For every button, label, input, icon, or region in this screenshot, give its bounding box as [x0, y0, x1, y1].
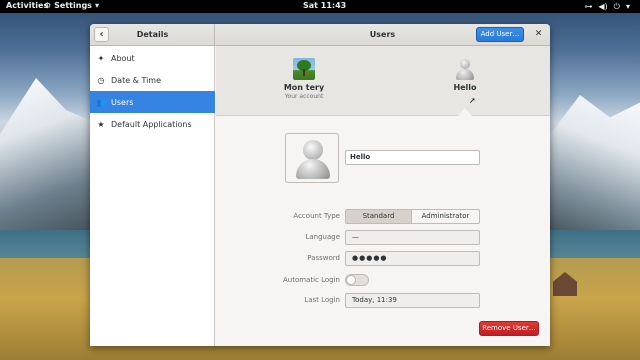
sidebar-item-label: About: [111, 53, 135, 63]
language-button[interactable]: —: [345, 230, 480, 245]
top-bar: Activities ⚙ Settings ▾ Sat 11:43 ⊶ ◀) ⏻…: [0, 0, 640, 13]
sidebar-item-default-applications[interactable]: ★ Default Applications: [90, 113, 215, 135]
last-login-button[interactable]: Today, 11:39: [345, 293, 480, 308]
sidebar: ✦ About ◷ Date & Time 👥 Users ★ Default …: [90, 46, 215, 346]
account-type-label: Account Type: [293, 212, 340, 220]
switch-knob: [346, 275, 356, 285]
user-card-montery[interactable]: Mon tery Your account: [264, 58, 344, 100]
header-bar: ‹ Details Users Add User… ✕: [90, 24, 550, 46]
automatic-login-label: Automatic Login: [282, 276, 340, 284]
selection-pointer: [458, 108, 472, 116]
tree-avatar-icon: [293, 58, 315, 80]
sidebar-item-label: Users: [111, 97, 134, 107]
close-icon: ✕: [534, 29, 543, 39]
password-label: Password: [307, 254, 340, 262]
sparkle-icon: ✦: [97, 53, 105, 63]
settings-gear-icon: ⚙: [44, 1, 52, 10]
clock[interactable]: Sat 11:43: [303, 1, 346, 10]
app-menu[interactable]: ⚙ Settings ▾: [44, 1, 99, 10]
account-type-standard-button[interactable]: Standard: [345, 209, 412, 224]
automatic-login-switch[interactable]: [345, 274, 369, 286]
sidebar-item-date-time[interactable]: ◷ Date & Time: [90, 69, 215, 91]
volume-icon: ◀): [598, 2, 608, 11]
star-icon: ★: [97, 119, 105, 129]
user-card-hello[interactable]: Hello: [425, 58, 505, 92]
user-carousel: Mon tery Your account Hello ➚: [216, 46, 550, 116]
user-name-field[interactable]: Hello: [345, 150, 480, 165]
close-button[interactable]: ✕: [532, 28, 545, 41]
sidebar-header: ‹ Details: [90, 24, 215, 46]
last-login-label: Last Login: [304, 296, 340, 304]
users-panel: Mon tery Your account Hello ➚ Hello Acco…: [216, 46, 550, 346]
users-icon: 👥: [96, 97, 106, 107]
app-menu-label: Settings: [54, 1, 92, 10]
user-avatar-icon: [454, 58, 476, 80]
language-label: Language: [305, 233, 340, 241]
settings-window: ‹ Details Users Add User… ✕ ✦ About ◷ Da…: [90, 24, 550, 346]
sidebar-item-about[interactable]: ✦ About: [90, 47, 215, 69]
user-name: Hello: [453, 83, 477, 92]
activities-button[interactable]: Activities: [6, 1, 48, 10]
user-subtitle: Your account: [284, 93, 324, 100]
network-icon: ⊶: [584, 2, 593, 11]
remove-user-button[interactable]: Remove User…: [479, 321, 539, 336]
sidebar-item-label: Date & Time: [111, 75, 162, 85]
chevron-down-icon: ▾: [625, 2, 630, 11]
wallpaper-mountain-right: [540, 95, 640, 230]
clock-icon: ◷: [97, 75, 105, 85]
chevron-down-icon: ▾: [94, 1, 99, 10]
sidebar-item-users[interactable]: 👥 Users: [90, 91, 215, 113]
sidebar-title: Details: [136, 30, 169, 39]
mouse-cursor-icon: ➚: [469, 96, 476, 105]
account-type-administrator-button[interactable]: Administrator: [412, 209, 480, 224]
password-button[interactable]: ●●●●●: [345, 251, 480, 266]
add-user-button[interactable]: Add User…: [476, 27, 524, 42]
user-name: Mon tery: [283, 83, 325, 92]
system-tray[interactable]: ⊶ ◀) ⏻ ▾: [584, 1, 630, 12]
power-icon: ⏻: [613, 2, 620, 11]
user-avatar-button[interactable]: [285, 133, 339, 183]
sidebar-item-label: Default Applications: [111, 119, 192, 129]
